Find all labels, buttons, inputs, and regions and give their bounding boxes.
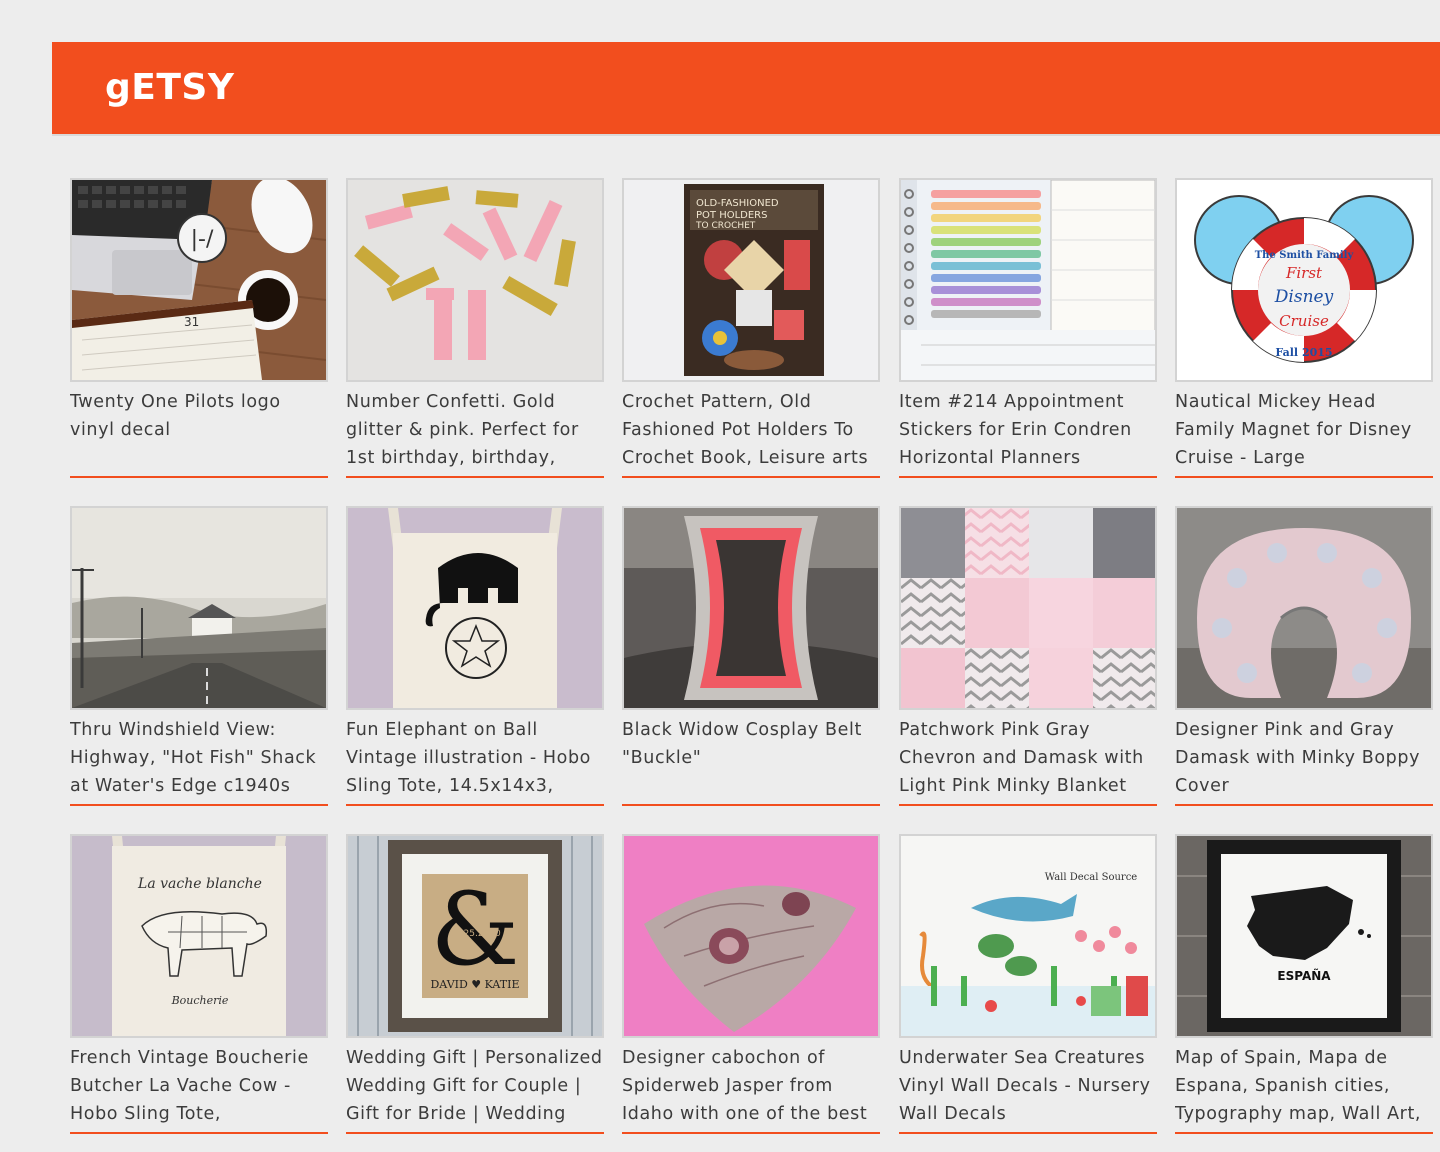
listing-divider — [622, 1132, 880, 1134]
listing-title[interactable]: Black Widow Cosplay Belt "Buckle" — [622, 716, 880, 772]
listing-divider — [70, 1132, 328, 1134]
listing-title[interactable]: Designer Pink and Gray Damask with Minky… — [1175, 716, 1433, 800]
listing-card[interactable]: Thru Windshield View: Highway, "Hot Fish… — [70, 506, 328, 807]
listing-divider — [70, 804, 328, 806]
listing-image[interactable] — [70, 506, 328, 710]
listing-divider — [1175, 476, 1433, 478]
listing-card[interactable]: & 06.25.2010 DAVID ♥ KATIE Wedding Gift … — [346, 834, 604, 1135]
listing-card[interactable]: Designer cabochon of Spiderweb Jasper fr… — [622, 834, 880, 1135]
listing-image[interactable]: ESPAÑA — [1175, 834, 1433, 1038]
listing-title[interactable]: Fun Elephant on Ball Vintage illustratio… — [346, 716, 604, 800]
listing-card[interactable]: OLD-FASHIONED POT HOLDERS TO CROCHET Cro… — [622, 178, 880, 479]
listing-title[interactable]: Wedding Gift | Personalized Wedding Gift… — [346, 1044, 604, 1128]
listing-divider — [899, 476, 1157, 478]
listing-divider — [622, 804, 880, 806]
listing-image[interactable] — [1175, 506, 1433, 710]
listing-divider — [70, 476, 328, 478]
listing-image[interactable]: & 06.25.2010 DAVID ♥ KATIE — [346, 834, 604, 1038]
listing-title[interactable]: French Vintage Boucherie Butcher La Vach… — [70, 1044, 328, 1128]
listing-divider — [1175, 1132, 1433, 1134]
magnet-first-text: First — [1285, 264, 1323, 282]
listing-image[interactable]: OLD-FASHIONED POT HOLDERS TO CROCHET — [622, 178, 880, 382]
listing-image[interactable]: La vache blanche Boucherie — [70, 834, 328, 1038]
site-logo[interactable]: gETSY — [105, 67, 234, 108]
decal-brand-text: Wall Decal Source — [1045, 872, 1138, 883]
listing-title[interactable]: Map of Spain, Mapa de Espana, Spanish ci… — [1175, 1044, 1433, 1128]
listing-title[interactable]: Underwater Sea Creatures Vinyl Wall Deca… — [899, 1044, 1157, 1128]
magnet-family-text: The Smith Family — [1255, 250, 1355, 261]
magnet-date-text: Fall 2015 — [1275, 346, 1332, 359]
listing-divider — [1175, 804, 1433, 806]
magnet-disney-text: Disney — [1274, 287, 1334, 307]
listing-divider — [899, 804, 1157, 806]
listing-card[interactable]: Item #214 Appointment Stickers for Erin … — [899, 178, 1157, 479]
listing-image[interactable] — [899, 506, 1157, 710]
frame-date-text: 06.25.2010 — [449, 929, 501, 939]
svg-text:31: 31 — [184, 315, 199, 329]
listing-divider — [899, 1132, 1157, 1134]
listing-title[interactable]: Item #214 Appointment Stickers for Erin … — [899, 388, 1157, 472]
listing-card[interactable]: La vache blanche Boucherie French Vintag… — [70, 834, 328, 1135]
listing-image[interactable]: |-/ 31 — [70, 178, 328, 382]
listing-title[interactable]: Designer cabochon of Spiderweb Jasper fr… — [622, 1044, 880, 1128]
svg-text:TO CROCHET: TO CROCHET — [695, 221, 756, 231]
listing-title[interactable]: Patchwork Pink Gray Chevron and Damask w… — [899, 716, 1157, 800]
listing-divider — [346, 1132, 604, 1134]
svg-text:OLD-FASHIONED: OLD-FASHIONED — [696, 198, 779, 209]
listing-title[interactable]: Twenty One Pilots logo vinyl decal — [70, 388, 328, 444]
listing-image[interactable] — [622, 834, 880, 1038]
listing-card[interactable]: Wall Decal Source Underwater Sea Creatur… — [899, 834, 1157, 1135]
listing-title[interactable]: Thru Windshield View: Highway, "Hot Fish… — [70, 716, 328, 800]
listing-card[interactable]: ESPAÑA Map of Spain, Mapa de Espana, Spa… — [1175, 834, 1433, 1135]
listing-divider — [346, 804, 604, 806]
listing-image[interactable] — [899, 178, 1157, 382]
listing-image[interactable] — [346, 506, 604, 710]
listing-image[interactable] — [346, 178, 604, 382]
listing-title[interactable]: Number Confetti. Gold glitter & pink. Pe… — [346, 388, 604, 472]
map-country-text: ESPAÑA — [1277, 968, 1331, 983]
listing-title[interactable]: Nautical Mickey Head Family Magnet for D… — [1175, 388, 1433, 472]
svg-text:POT HOLDERS: POT HOLDERS — [696, 210, 767, 221]
listing-card[interactable]: Patchwork Pink Gray Chevron and Damask w… — [899, 506, 1157, 807]
listing-divider — [622, 476, 880, 478]
listing-divider — [346, 476, 604, 478]
tote-boucherie-text: Boucherie — [171, 994, 229, 1007]
magnet-cruise-text: Cruise — [1279, 312, 1329, 330]
listing-card[interactable]: |-/ 31 Twenty One Pilots logo vinyl deca… — [70, 178, 328, 479]
listing-card[interactable]: Black Widow Cosplay Belt "Buckle" — [622, 506, 880, 807]
tote-script-text: La vache blanche — [137, 876, 262, 892]
listing-image[interactable] — [622, 506, 880, 710]
listing-card[interactable]: Designer Pink and Gray Damask with Minky… — [1175, 506, 1433, 807]
listing-card[interactable]: Number Confetti. Gold glitter & pink. Pe… — [346, 178, 604, 479]
listing-title[interactable]: Crochet Pattern, Old Fashioned Pot Holde… — [622, 388, 880, 472]
site-header: gETSY — [52, 42, 1440, 136]
listing-card[interactable]: The Smith Family First Disney Cruise Fal… — [1175, 178, 1433, 479]
frame-names-text: DAVID ♥ KATIE — [430, 978, 519, 991]
listing-image[interactable]: Wall Decal Source — [899, 834, 1157, 1038]
listing-card[interactable]: Fun Elephant on Ball Vintage illustratio… — [346, 506, 604, 807]
svg-text:|-/: |-/ — [191, 227, 214, 252]
listing-image[interactable]: The Smith Family First Disney Cruise Fal… — [1175, 178, 1433, 382]
